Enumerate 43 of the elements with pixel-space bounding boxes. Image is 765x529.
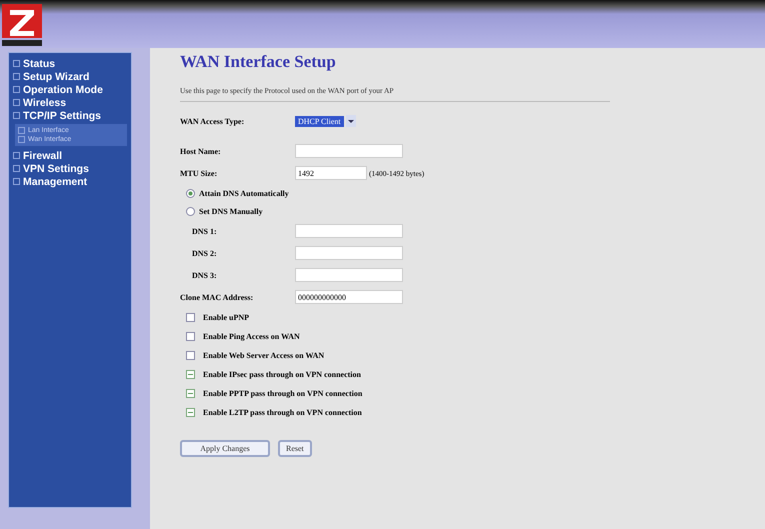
checkbox[interactable]: [186, 370, 195, 379]
sidebar-item[interactable]: Firewall: [13, 149, 127, 162]
checkbox[interactable]: [186, 313, 195, 322]
checkbox[interactable]: [186, 351, 195, 360]
checkbox-label: Enable Ping Access on WAN: [203, 332, 300, 341]
mac-address-field[interactable]: 000000000000: [295, 290, 403, 304]
sidebar-item[interactable]: Wireless: [13, 96, 127, 109]
radio-label: Set DNS Manually: [199, 206, 263, 216]
mtu-field[interactable]: 1492: [295, 166, 367, 180]
field-label: MTU Size:: [180, 168, 218, 178]
dns-field[interactable]: [295, 224, 403, 238]
checkbox-label: Enable Web Server Access on WAN: [203, 351, 324, 360]
checkbox[interactable]: [186, 332, 195, 341]
logo-icon: [2, 4, 42, 48]
checkbox[interactable]: [186, 389, 195, 398]
caret-icon[interactable]: [346, 115, 356, 127]
checkbox-label: Enable PPTP pass through on VPN connection: [203, 389, 362, 398]
field-label: DNS 3:: [191, 270, 218, 280]
checkbox-label: Enable IPsec pass through on VPN connection: [203, 370, 361, 379]
field-label: Clone MAC Address:: [180, 292, 254, 302]
host-name-field[interactable]: [295, 144, 403, 158]
field-label: WAN Access Type:: [180, 116, 246, 126]
reset-button[interactable]: Reset: [278, 440, 312, 457]
dns-field[interactable]: [295, 268, 403, 282]
radio-button[interactable]: [186, 206, 195, 216]
access-type-dropdown[interactable]: DHCP Client: [295, 116, 344, 126]
sidebar-item[interactable]: Operation Mode: [13, 83, 127, 96]
radio-label: Attain DNS Automatically: [199, 188, 289, 198]
sidebar-item[interactable]: TCP/IP Settings: [13, 109, 127, 122]
field-label: Host Name:: [180, 146, 222, 156]
sidebar-item[interactable]: Management: [13, 175, 127, 188]
sidebar-item[interactable]: VPN Settings: [13, 162, 127, 175]
apply-button[interactable]: Apply Changes: [180, 440, 270, 457]
checkbox[interactable]: [186, 408, 195, 417]
radio-button[interactable]: [186, 188, 195, 198]
field-label: DNS 1:: [191, 226, 218, 236]
sidebar-item[interactable]: Status: [13, 57, 127, 70]
checkbox-label: Enable uPNP: [203, 313, 250, 322]
page-title: WAN Interface Setup: [180, 52, 337, 72]
checkbox-label: Enable L2TP pass through on VPN connection: [203, 408, 362, 417]
field-label: DNS 2:: [191, 248, 218, 258]
dns-field[interactable]: [295, 246, 403, 260]
sidebar-item[interactable]: Setup Wizard: [13, 70, 127, 83]
